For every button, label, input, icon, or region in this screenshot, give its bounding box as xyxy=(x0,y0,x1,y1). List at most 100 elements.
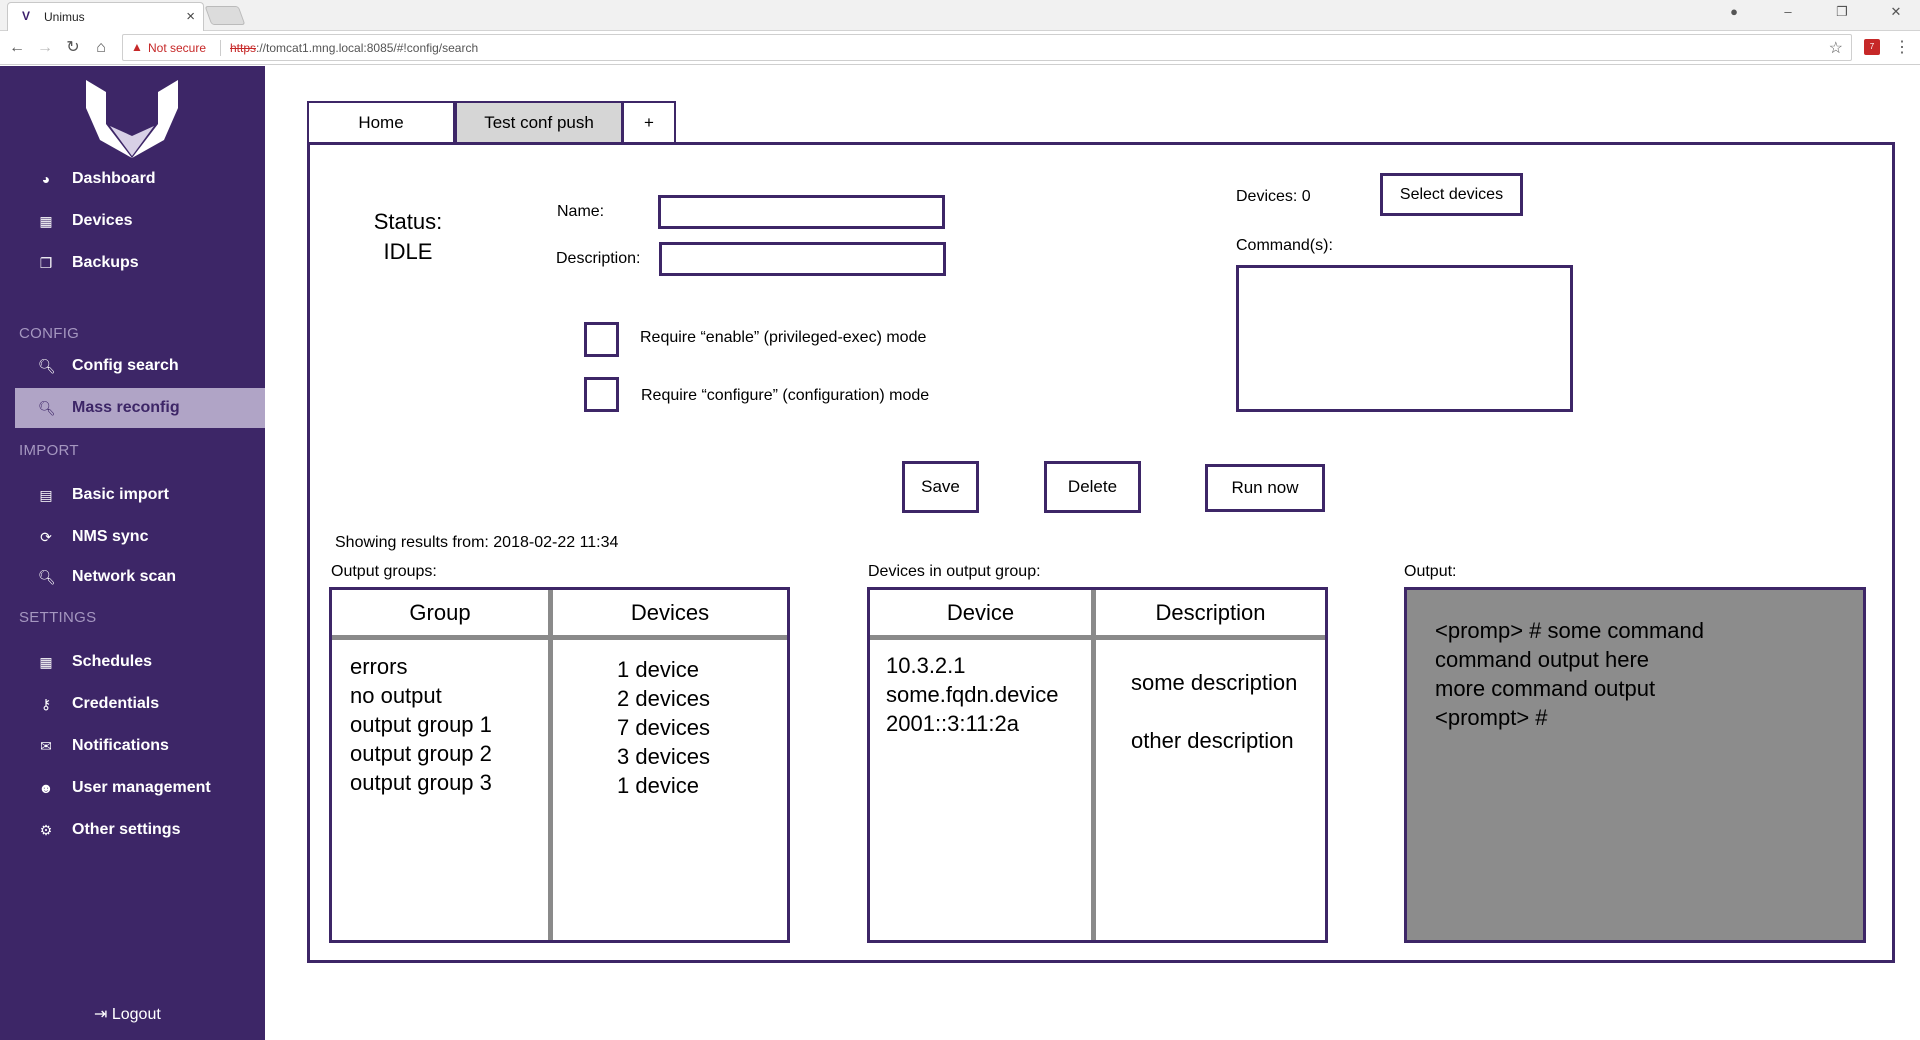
reload-icon[interactable]: ↻ xyxy=(62,37,84,59)
search-icon: 🔍︎ xyxy=(38,357,56,374)
calendar-icon: ▦ xyxy=(39,653,53,670)
sidebar-item-dashboard[interactable]: ◕ Dashboard xyxy=(0,159,265,199)
extension-icon[interactable]: 7 xyxy=(1864,39,1880,55)
description-field[interactable] xyxy=(659,242,946,276)
column-header-description[interactable]: Description xyxy=(1096,590,1325,640)
device-list: 10.3.2.1 some.fqdn.device 2001::3:11:2a xyxy=(886,651,1058,738)
require-enable-checkbox[interactable] xyxy=(584,322,619,357)
browser-tabstrip: V Unimus × ● – ❐ ✕ xyxy=(0,0,1920,31)
unimus-logo xyxy=(86,80,178,158)
commands-label: Command(s): xyxy=(1236,237,1333,254)
list-item[interactable]: output group 3 xyxy=(350,768,492,797)
sidebar-item-other-settings[interactable]: ⚙ Other settings xyxy=(0,810,265,850)
browser-tab[interactable]: V Unimus × xyxy=(7,2,204,31)
sidebar-item-devices[interactable]: ▦ Devices xyxy=(0,201,265,241)
sidebar-item-network-scan[interactable]: 🔍︎ Network scan xyxy=(0,557,265,597)
output-groups-table: Group Devices errors no output output gr… xyxy=(329,587,790,943)
back-icon[interactable]: ← xyxy=(6,37,28,59)
sidebar-item-label: Basic import xyxy=(72,486,169,503)
list-item[interactable]: output group 2 xyxy=(350,739,492,768)
tab-home[interactable]: Home xyxy=(307,101,455,143)
sidebar-item-mass-reconfig[interactable]: 🔍︎ Mass reconfig xyxy=(15,388,265,428)
commands-textarea[interactable] xyxy=(1236,265,1573,412)
close-window-icon[interactable]: ✕ xyxy=(1884,4,1908,20)
sidebar-item-nms-sync[interactable]: ⟳ NMS sync xyxy=(0,517,265,557)
device-description-list: some description other description xyxy=(1131,654,1297,770)
sidebar-item-label: Devices xyxy=(72,212,133,229)
backups-icon: ❐ xyxy=(39,254,53,271)
home-icon[interactable]: ⌂ xyxy=(90,37,112,59)
search-icon: 🔍︎ xyxy=(38,399,56,416)
column-header-device[interactable]: Device xyxy=(870,590,1091,640)
devices-icon: ▦ xyxy=(39,212,53,229)
list-item[interactable]: output group 1 xyxy=(350,710,492,739)
list-item[interactable]: some.fqdn.device xyxy=(886,680,1058,709)
sidebar-item-basic-import[interactable]: ▤ Basic import xyxy=(0,475,265,515)
logout-icon: ⇥ xyxy=(94,1006,108,1023)
save-button[interactable]: Save xyxy=(902,461,979,513)
tab-test-conf-push[interactable]: Test conf push xyxy=(455,101,623,143)
forward-icon[interactable]: → xyxy=(34,37,56,59)
new-tab-button[interactable] xyxy=(204,6,246,25)
key-icon: ⚷ xyxy=(40,695,52,712)
envelope-icon: ✉ xyxy=(40,737,52,754)
unimus-favicon-icon: V xyxy=(22,9,31,23)
bookmark-star-icon[interactable]: ☆ xyxy=(1829,38,1843,58)
account-icon[interactable]: ● xyxy=(1722,4,1746,20)
close-tab-icon[interactable]: × xyxy=(186,8,195,25)
sidebar-item-user-management[interactable]: ☻ User management xyxy=(0,768,265,808)
sidebar-item-label: Credentials xyxy=(72,695,160,712)
column-header-group[interactable]: Group xyxy=(332,590,548,640)
require-configure-checkbox[interactable] xyxy=(584,377,619,412)
sidebar-section-import: IMPORT xyxy=(19,442,79,459)
sidebar-item-config-search[interactable]: 🔍︎ Config search xyxy=(0,346,265,386)
showing-results-label: Showing results from: 2018-02-22 11:34 xyxy=(335,534,619,551)
url-text: https://tomcat1.mng.local:8085/#!config/… xyxy=(230,41,478,55)
list-item: 2 devices xyxy=(617,686,710,711)
list-item[interactable]: 2001::3:11:2a xyxy=(886,709,1058,738)
run-now-button[interactable]: Run now xyxy=(1205,464,1325,512)
devices-in-group-table: Device Description 10.3.2.1 some.fqdn.de… xyxy=(867,587,1328,943)
minimize-icon[interactable]: – xyxy=(1776,4,1800,20)
warning-icon: ▲ xyxy=(131,40,143,54)
sidebar-item-label: User management xyxy=(72,779,211,796)
list-item: 7 devices xyxy=(617,715,710,740)
url-scheme: https xyxy=(230,41,257,55)
list-item: other description xyxy=(1131,728,1294,753)
list-item[interactable]: 10.3.2.1 xyxy=(886,651,1058,680)
list-item[interactable]: errors xyxy=(350,652,492,681)
sidebar-item-backups[interactable]: ❐ Backups xyxy=(0,243,265,283)
logout-button[interactable]: ⇥ Logout xyxy=(94,1004,161,1024)
sidebar-item-notifications[interactable]: ✉ Notifications xyxy=(0,726,265,766)
require-enable-label: Require “enable” (privileged-exec) mode xyxy=(640,329,927,346)
users-icon: ☻ xyxy=(38,780,54,796)
sync-icon: ⟳ xyxy=(40,528,52,545)
column-header-devices[interactable]: Devices xyxy=(553,590,787,640)
address-bar[interactable]: ▲ Not secure https://tomcat1.mng.local:8… xyxy=(122,34,1852,61)
sidebar-item-credentials[interactable]: ⚷ Credentials xyxy=(0,684,265,724)
delete-button[interactable]: Delete xyxy=(1044,461,1141,513)
sidebar-section-config: CONFIG xyxy=(19,325,80,342)
output-text: <promp> # some command command output he… xyxy=(1435,616,1704,732)
list-item: 1 device xyxy=(617,657,699,682)
devices-in-group-label: Devices in output group: xyxy=(868,563,1041,580)
output-line: more command output xyxy=(1435,676,1656,701)
browser-menu-icon[interactable]: ⋮ xyxy=(1894,37,1910,57)
name-field[interactable] xyxy=(658,195,945,229)
sidebar-item-label: Other settings xyxy=(72,821,181,838)
status-display: Status: IDLE xyxy=(372,207,444,267)
name-label: Name: xyxy=(557,203,605,220)
window-controls: ● – ❐ ✕ xyxy=(1722,4,1908,20)
output-console: <promp> # some command command output he… xyxy=(1404,587,1866,943)
logout-label: Logout xyxy=(111,1006,161,1023)
browser-toolbar: ← → ↻ ⌂ ▲ Not secure https://tomcat1.mng… xyxy=(0,31,1920,65)
sidebar-item-schedules[interactable]: ▦ Schedules xyxy=(0,642,265,682)
sidebar-item-label: Mass reconfig xyxy=(72,399,180,416)
select-devices-button[interactable]: Select devices xyxy=(1380,173,1523,216)
list-item[interactable]: no output xyxy=(350,681,492,710)
restore-icon[interactable]: ❐ xyxy=(1830,4,1854,20)
file-icon: ▤ xyxy=(39,486,53,503)
add-tab-button[interactable]: + xyxy=(622,101,676,143)
output-label: Output: xyxy=(1404,563,1457,580)
status-label: Status: xyxy=(373,209,443,234)
